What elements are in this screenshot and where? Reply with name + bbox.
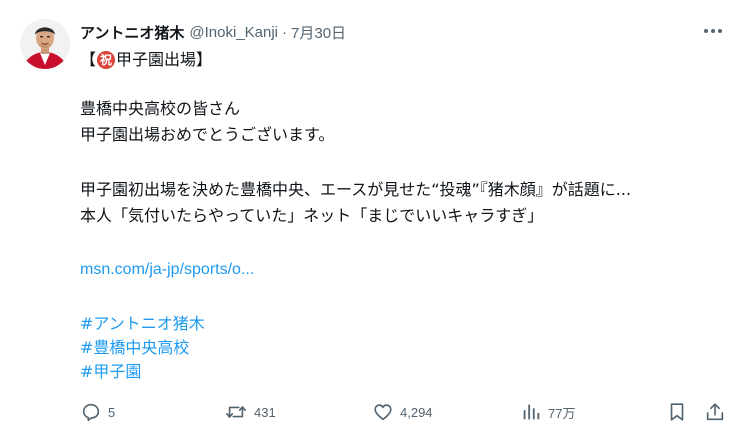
display-name[interactable]: アントニオ猪木 [80,22,184,43]
tweet-actions: 5 431 4,294 77万 [80,400,726,424]
bookmark-icon [670,403,684,421]
share-icon [706,403,724,421]
like-count: 4,294 [400,404,433,420]
retweet-icon [226,406,246,418]
article-link[interactable]: msn.com/ja-jp/sports/o... [80,258,254,282]
views-button[interactable]: 77万 [520,400,575,424]
title-bracket-open: 【 [80,50,97,69]
header-separator: · [282,23,288,41]
tweet-date[interactable]: 7月30日 [291,22,346,43]
bookmark-button[interactable] [666,400,688,424]
title-text: 甲子園出場 [116,50,197,69]
hashtag-link[interactable]: #豊橋中央高校 [80,336,189,360]
tweet-line-1: 豊橋中央高校の皆さん [80,99,241,118]
tweet-card[interactable]: アントニオ猪木 @Inoki_Kanji · 7月30日 【 祝 甲子園出場 】… [0,0,742,435]
more-button[interactable] [700,20,726,42]
hashtag-link[interactable]: #甲子園 [80,360,141,384]
retweet-count: 431 [254,404,276,420]
share-button[interactable] [704,400,726,424]
heart-icon [374,404,392,421]
retweet-button[interactable]: 431 [224,400,276,424]
celebration-emoji: 祝 [97,51,116,69]
tweet-header: アントニオ猪木 @Inoki_Kanji · 7月30日 [80,21,346,43]
tweet-line-3: 甲子園初出場を決めた豊橋中央、エースが見せた“投魂”『猪木顔』が話題に... [80,180,632,199]
more-icon [704,29,722,33]
reply-count: 5 [108,404,116,420]
title-bracket-close: 】 [196,50,213,69]
hashtag-link[interactable]: #アントニオ猪木 [80,312,205,336]
view-count: 77万 [548,405,576,421]
tweet-line-4: 本人「気付いたらやっていた」ネット「まじでいいキャラすぎ」 [80,206,544,225]
tweet-line-2: 甲子園出場おめでとうございます。 [80,125,335,144]
reply-icon [82,403,100,422]
avatar[interactable] [20,19,70,69]
reply-button[interactable]: 5 [80,400,115,424]
tweet-title: 【 祝 甲子園出場 】 [80,48,212,72]
views-icon [523,404,540,420]
user-handle[interactable]: @Inoki_Kanji [189,24,278,41]
like-button[interactable]: 4,294 [372,400,433,424]
